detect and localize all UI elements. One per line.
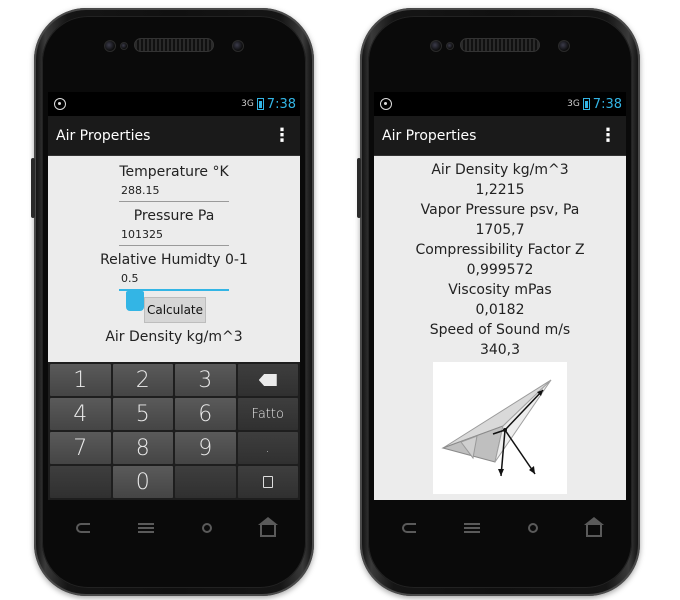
status-time: 7:38 xyxy=(592,96,622,112)
input-form: Temperature °K 288.15 Pressure Pa 101325… xyxy=(48,156,300,345)
overflow-menu-icon[interactable]: ⋮ xyxy=(273,125,291,146)
vapor-pressure-label: Vapor Pressure psv, Pa xyxy=(420,202,580,218)
pressure-input[interactable]: 101325 xyxy=(119,226,229,246)
viscosity-label: Viscosity mPas xyxy=(448,282,552,298)
key-4[interactable]: 4 xyxy=(50,398,111,430)
app-title: Air Properties xyxy=(56,127,151,144)
key-9[interactable]: 9 xyxy=(175,432,236,464)
viscosity-value: 0,0182 xyxy=(475,302,525,318)
results-panel: Air Density kg/m^3 1,2215 Vapor Pressure… xyxy=(374,156,626,494)
action-bar: Air Properties ⋮ xyxy=(374,116,626,156)
air-density-label: Air Density kg/m^3 xyxy=(431,162,569,178)
home-icon[interactable] xyxy=(584,517,604,537)
pressure-label: Pressure Pa xyxy=(133,208,215,224)
screen: 3G 7:38 Air Properties ⋮ Air Density kg/… xyxy=(374,92,626,500)
text-cursor-handle[interactable] xyxy=(126,291,144,311)
gps-icon xyxy=(54,98,66,110)
backspace-icon xyxy=(258,374,277,386)
screen: 3G 7:38 Air Properties ⋮ Temperature °K … xyxy=(48,92,300,500)
blank-key-right[interactable] xyxy=(175,466,236,498)
phone-left: 3G 7:38 Air Properties ⋮ Temperature °K … xyxy=(31,8,314,596)
earpiece-speaker xyxy=(460,38,540,52)
key-5[interactable]: 5 xyxy=(112,398,173,430)
key-1[interactable]: 1 xyxy=(50,364,111,396)
calculate-button[interactable]: Calculate xyxy=(144,297,206,323)
air-density-label: Air Density kg/m^3 xyxy=(105,329,243,345)
status-bar: 3G 7:38 xyxy=(48,92,300,116)
action-bar: Air Properties ⋮ xyxy=(48,116,300,156)
blank-key-left[interactable] xyxy=(50,466,111,498)
volume-button xyxy=(31,158,35,218)
phone-right: 3G 7:38 Air Properties ⋮ Air Density kg/… xyxy=(357,8,640,596)
status-time: 7:38 xyxy=(266,96,296,112)
app-title: Air Properties xyxy=(382,127,477,144)
backspace-key[interactable] xyxy=(237,364,298,396)
home-icon[interactable] xyxy=(258,517,278,537)
sensor-icon xyxy=(120,42,128,50)
key-7[interactable]: 7 xyxy=(50,432,111,464)
speed-of-sound-label: Speed of Sound m/s xyxy=(429,322,571,338)
signal-icon: 3G xyxy=(567,99,580,109)
compressibility-label: Compressibility Factor Z xyxy=(415,242,585,258)
key-3[interactable]: 3 xyxy=(175,364,236,396)
dot-key[interactable]: . xyxy=(237,432,298,464)
key-8[interactable]: 8 xyxy=(112,432,173,464)
battery-icon xyxy=(582,98,590,110)
status-bar: 3G 7:38 xyxy=(374,92,626,116)
battery-icon xyxy=(256,98,264,110)
key-6[interactable]: 6 xyxy=(175,398,236,430)
search-icon[interactable] xyxy=(202,523,212,533)
done-key[interactable]: Fatto xyxy=(237,398,298,430)
clipboard-icon xyxy=(262,476,273,488)
front-camera-icon xyxy=(232,40,244,52)
volume-button xyxy=(357,158,361,218)
overflow-menu-icon[interactable]: ⋮ xyxy=(599,125,617,146)
humidity-input[interactable]: 0.5 xyxy=(119,270,229,291)
paper-plane-icon xyxy=(441,379,552,477)
front-camera-icon xyxy=(558,40,570,52)
status-right: 3G 7:38 xyxy=(241,97,296,112)
key-0[interactable]: 0 xyxy=(112,466,173,498)
numeric-keypad: 1 2 3 4 5 6 Fatto 7 8 9 . 0 xyxy=(48,362,300,500)
temperature-input[interactable]: 288.15 xyxy=(119,182,229,202)
back-icon[interactable] xyxy=(76,523,90,533)
menu-icon[interactable] xyxy=(138,523,154,533)
earpiece-speaker xyxy=(134,38,214,52)
nav-bar xyxy=(48,508,300,548)
signal-icon: 3G xyxy=(241,99,254,109)
paper-plane-image xyxy=(433,362,567,494)
calculate-row: Calculate xyxy=(48,291,300,325)
air-density-value: 1,2215 xyxy=(475,182,525,198)
clipboard-key[interactable] xyxy=(237,466,298,498)
vapor-pressure-value: 1705,7 xyxy=(475,222,525,238)
temperature-label: Temperature °K xyxy=(119,164,229,180)
sensor-icon xyxy=(104,40,116,52)
menu-icon[interactable] xyxy=(464,523,480,533)
humidity-label: Relative Humidty 0-1 xyxy=(100,252,248,268)
compressibility-value: 0,999572 xyxy=(466,262,534,278)
sensor-icon xyxy=(446,42,454,50)
search-icon[interactable] xyxy=(528,523,538,533)
back-icon[interactable] xyxy=(402,523,416,533)
gps-icon xyxy=(380,98,392,110)
status-right: 3G 7:38 xyxy=(567,97,622,112)
key-2[interactable]: 2 xyxy=(112,364,173,396)
sensor-icon xyxy=(430,40,442,52)
speed-of-sound-value: 340,3 xyxy=(479,342,521,358)
nav-bar xyxy=(374,508,626,548)
